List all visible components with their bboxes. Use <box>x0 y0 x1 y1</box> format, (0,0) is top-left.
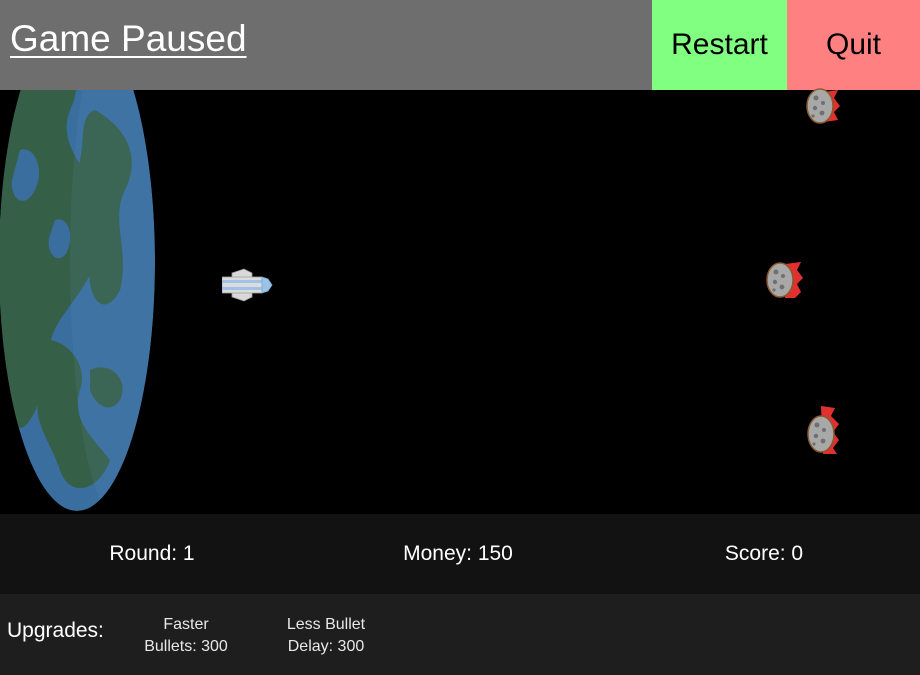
upgrade-faster-bullets-button[interactable]: Faster Bullets: 300 <box>126 614 246 658</box>
asteroid-icon <box>807 406 839 454</box>
stats-bar: Round: 1 Money: 150 Score: 0 <box>0 514 920 594</box>
upgrades-label: Upgrades: <box>7 619 104 642</box>
asteroid-icon <box>766 262 803 298</box>
pause-header: Game Paused Restart Quit <box>0 0 920 90</box>
round-counter: Round: 1 <box>109 542 195 565</box>
money-counter: Money: 150 <box>403 542 513 565</box>
upgrade-cost: Bullets: 300 <box>144 638 228 655</box>
pause-title: Game Paused <box>10 18 247 59</box>
restart-button[interactable]: Restart <box>652 0 787 90</box>
player-spaceship-icon <box>222 268 273 302</box>
asteroid-icon <box>806 88 840 124</box>
game-screen: Game Paused Restart Quit Round: 1 Money:… <box>0 0 920 675</box>
earth-planet <box>0 90 155 511</box>
upgrade-title: Faster <box>163 616 209 633</box>
upgrade-less-bullet-delay-button[interactable]: Less Bullet Delay: 300 <box>266 614 386 658</box>
upgrade-title: Less Bullet <box>286 616 366 633</box>
score-counter: Score: 0 <box>724 542 804 565</box>
upgrade-cost: Delay: 300 <box>287 638 365 655</box>
quit-button[interactable]: Quit <box>787 0 920 90</box>
game-field[interactable] <box>0 88 920 514</box>
upgrades-bar: Upgrades: Faster Bullets: 300 Less Bulle… <box>0 594 920 675</box>
